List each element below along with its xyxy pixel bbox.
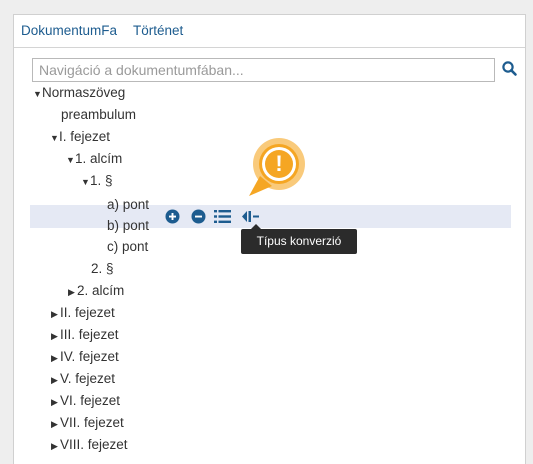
caret-collapsed-icon[interactable]: ▶ (51, 391, 60, 413)
document-tree-panel: DokumentumFa Történet ▼Normaszöveg pream… (13, 14, 526, 464)
caret-expanded-icon[interactable]: ▼ (66, 149, 75, 171)
tree-node-a-pont[interactable]: a) pont (107, 194, 149, 216)
tree-node-c-pont[interactable]: c) pont (107, 236, 148, 258)
tree-node-label: c) pont (107, 239, 149, 254)
tab-bar: DokumentumFa Történet (14, 15, 525, 48)
type-convert-icon (242, 211, 259, 222)
tree-node-1-paragraf[interactable]: ▼1. § (81, 170, 113, 192)
list-icon (214, 210, 231, 223)
tree-node-iii-fejezet[interactable]: ▶ III. fejezet (51, 324, 119, 346)
tree-node-ii-fejezet[interactable]: ▶ II. fejezet (51, 302, 115, 324)
caret-collapsed-icon[interactable]: ▶ (51, 347, 60, 369)
type-convert-button[interactable] (241, 209, 259, 224)
tree-node-i-fejezet[interactable]: ▼I. fejezet (50, 126, 110, 148)
caret-collapsed-icon[interactable]: ▶ (51, 413, 60, 435)
tooltip: Típus konverzió (241, 224, 357, 254)
tree-node-1-alcim[interactable]: ▼1. alcím (66, 148, 122, 170)
tree-search-input[interactable] (32, 58, 495, 82)
caret-collapsed-icon[interactable]: ▶ (51, 325, 60, 347)
tree-node-vi-fejezet[interactable]: ▶ VI. fejezet (51, 390, 120, 412)
tree-node-2-alcim[interactable]: ▶ 2. alcím (68, 280, 124, 302)
warning-marker: ! (246, 136, 308, 202)
caret-collapsed-icon[interactable]: ▶ (68, 281, 77, 303)
tooltip-text: Típus konverzió (256, 234, 342, 248)
tree-node-label: II. fejezet (60, 305, 115, 320)
tree-node-preambulum[interactable]: preambulum (61, 104, 136, 126)
tree-node-label: VIII. fejezet (60, 437, 128, 452)
caret-collapsed-icon[interactable]: ▶ (51, 303, 60, 325)
tree-node-label: 1. alcím (75, 151, 123, 166)
warning-symbol: ! (275, 151, 282, 176)
remove-icon (191, 209, 206, 224)
tree-node-label: Normaszöveg (42, 85, 126, 100)
list-view-button[interactable] (214, 209, 231, 224)
caret-expanded-icon[interactable]: ▼ (50, 127, 59, 149)
warning-icon: ! (249, 138, 305, 196)
tree-node-label: I. fejezet (59, 129, 111, 144)
tree-node-label: V. fejezet (60, 371, 116, 386)
add-child-button[interactable] (165, 209, 180, 224)
tab-dokumentumfa[interactable]: DokumentumFa (21, 23, 117, 38)
tree-node-b-pont[interactable]: b) pont (107, 215, 149, 237)
tree-node-label: VII. fejezet (60, 415, 124, 430)
tree-node-label: VI. fejezet (60, 393, 121, 408)
caret-expanded-icon[interactable]: ▼ (81, 171, 90, 193)
tab-tortenet[interactable]: Történet (133, 23, 183, 38)
caret-expanded-icon[interactable]: ▼ (33, 83, 42, 105)
remove-node-button[interactable] (191, 209, 206, 224)
caret-collapsed-icon[interactable]: ▶ (51, 435, 60, 457)
tree-node-label: III. fejezet (60, 327, 119, 342)
caret-collapsed-icon[interactable]: ▶ (51, 369, 60, 391)
tree-node-label: b) pont (107, 218, 150, 233)
tree-node-label: IV. fejezet (60, 349, 119, 364)
tree-node-label: preambulum (61, 107, 137, 122)
tree-node-vii-fejezet[interactable]: ▶ VII. fejezet (51, 412, 124, 434)
tree-node-normaszoveg[interactable]: ▼Normaszöveg (33, 82, 125, 104)
tree-node-viii-fejezet[interactable]: ▶ VIII. fejezet (51, 434, 128, 456)
tree-node-iv-fejezet[interactable]: ▶ IV. fejezet (51, 346, 119, 368)
tree-node-label: 1. § (90, 173, 113, 188)
selected-row-highlight (30, 205, 511, 228)
tree-node-label: a) pont (107, 197, 150, 212)
tree-node-2-paragraf[interactable]: 2. § (91, 258, 114, 280)
search-icon[interactable] (500, 59, 520, 79)
tree-node-label: 2. § (91, 261, 114, 276)
tree-node-v-fejezet[interactable]: ▶ V. fejezet (51, 368, 115, 390)
add-icon (165, 209, 180, 224)
tree-node-label: 2. alcím (77, 283, 125, 298)
